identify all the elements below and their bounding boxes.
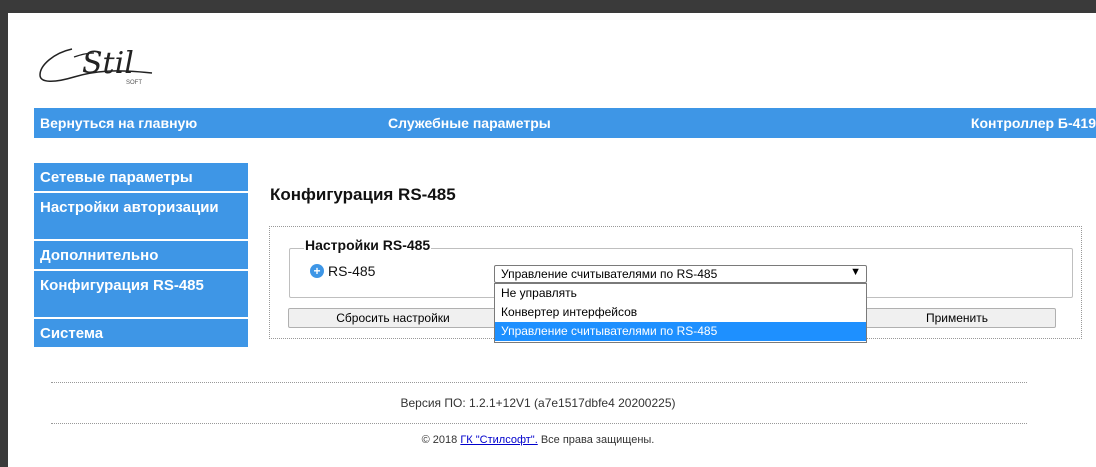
- company-link[interactable]: ГК "Стилсофт".: [460, 434, 537, 446]
- service-parameters-link[interactable]: Служебные параметры: [388, 115, 551, 131]
- rs485-row: + RS-485: [310, 263, 375, 279]
- copyright-line: © 2018 ГК "Стилсофт". Все права защищены…: [8, 434, 1068, 446]
- dropdown-option-converter[interactable]: Конвертер интерфейсов: [495, 303, 866, 322]
- logo-wordmark: Stil: [82, 46, 134, 81]
- sidebar-item-rs485[interactable]: Конфигурация RS-485: [34, 271, 248, 319]
- dropdown-option-none[interactable]: Не управлять: [495, 284, 866, 303]
- back-to-home-link[interactable]: Вернуться на главную: [40, 115, 197, 131]
- copyright-suffix: Все права защищены.: [537, 434, 655, 446]
- dropdown-option-reader-control[interactable]: Управление считывателями по RS-485: [495, 322, 866, 341]
- dropdown-arrow-icon: ▼: [850, 266, 861, 278]
- select-current-value: Управление считывателями по RS-485: [501, 267, 718, 281]
- rs485-mode-select[interactable]: Управление считывателями по RS-485 ▼: [494, 265, 867, 283]
- reset-settings-button[interactable]: Сбросить настройки: [288, 308, 498, 328]
- sidebar-item-system[interactable]: Система: [34, 319, 248, 349]
- fieldset-legend: Настройки RS-485: [304, 237, 432, 253]
- copyright-prefix: © 2018: [421, 434, 461, 446]
- logo-subtext: SOFT: [126, 80, 142, 86]
- rs485-label: RS-485: [328, 263, 376, 279]
- page-title: Конфигурация RS-485: [270, 185, 456, 204]
- sidebar-item-additional[interactable]: Дополнительно: [34, 241, 248, 271]
- device-name-label: Контроллер Б-419: [970, 115, 1096, 131]
- rs485-mode-dropdown: Не управлять Конвертер интерфейсов Управ…: [494, 283, 867, 343]
- sidebar-menu: Сетевые параметры Настройки авторизации …: [34, 163, 248, 349]
- page: Stil SOFT Вернуться на главную Служебные…: [8, 13, 1096, 467]
- stilsoft-logo: Stil SOFT: [34, 39, 164, 95]
- firmware-version: Версия ПО: 1.2.1+12V1 (a7e1517dbfe4 2020…: [400, 396, 676, 410]
- footer-divider-top: [51, 382, 1027, 383]
- footer-divider-bottom: [51, 423, 1027, 424]
- sidebar-item-network[interactable]: Сетевые параметры: [34, 163, 248, 193]
- sidebar-item-authorization[interactable]: Настройки авторизации: [34, 193, 248, 241]
- plus-circle-icon[interactable]: +: [310, 264, 324, 278]
- top-navigation-bar: Вернуться на главную Служебные параметры…: [34, 108, 1096, 138]
- apply-button[interactable]: Применить: [858, 308, 1056, 328]
